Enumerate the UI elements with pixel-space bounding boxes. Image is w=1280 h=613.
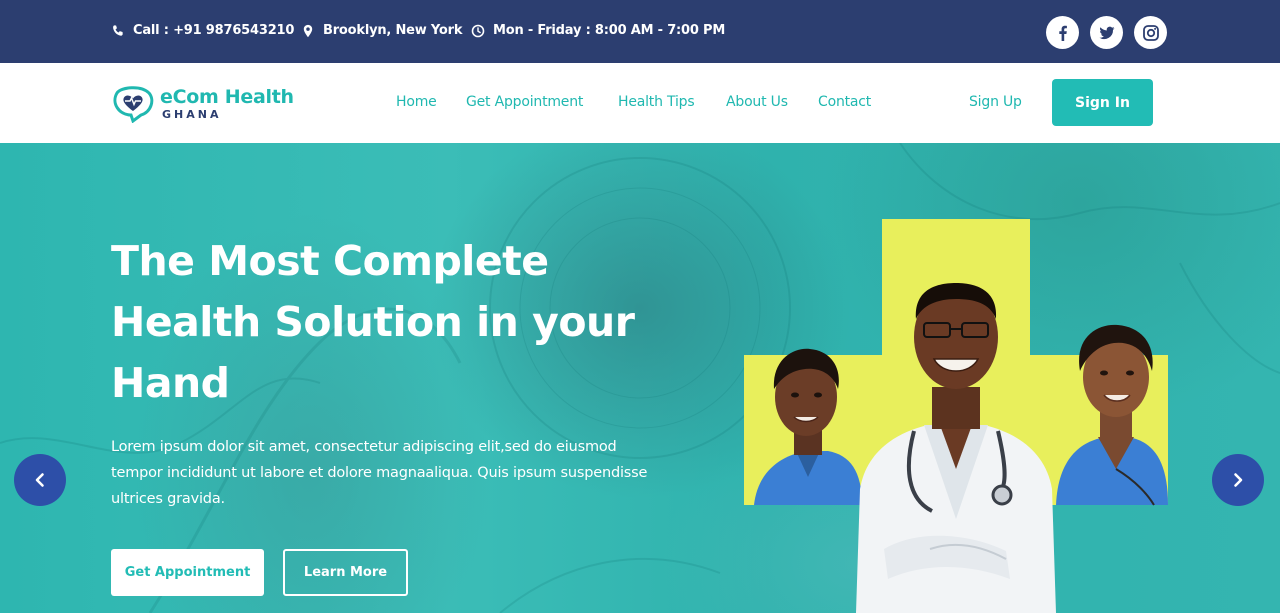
- brand-subtitle: GHANA: [162, 108, 222, 121]
- nav-contact[interactable]: Contact: [818, 94, 871, 110]
- hero-description: Lorem ipsum dolor sit amet, consectetur …: [111, 439, 648, 507]
- chevron-left-icon: [35, 473, 44, 487]
- brand-logo[interactable]: eCom Health GHANA: [111, 83, 311, 127]
- signin-button[interactable]: Sign In: [1052, 79, 1153, 126]
- get-appointment-button[interactable]: Get Appointment: [111, 549, 264, 596]
- slider-next-button[interactable]: [1212, 454, 1264, 506]
- hero-title: The Most Complete Health Solution in you…: [111, 237, 635, 407]
- nav-health-tips[interactable]: Health Tips: [618, 94, 695, 110]
- heart-chat-logo-icon: [113, 86, 154, 123]
- nav-get-appointment[interactable]: Get Appointment: [466, 94, 583, 110]
- top-info-bar: Call : +91 9876543210 Brooklyn, New York…: [0, 0, 1280, 63]
- twitter-icon: [1099, 26, 1114, 39]
- phone-info[interactable]: Call : +91 9876543210: [111, 23, 294, 38]
- slider-prev-button[interactable]: [14, 454, 66, 506]
- signup-link[interactable]: Sign Up: [969, 94, 1022, 110]
- doctors-hero-image: [744, 219, 1168, 613]
- twitter-link[interactable]: [1090, 16, 1123, 49]
- hero-section: The Most Complete Health Solution in you…: [0, 143, 1280, 613]
- clock-icon: [471, 24, 485, 38]
- nav-about-us[interactable]: About Us: [726, 94, 788, 110]
- location-info: Brooklyn, New York: [301, 23, 463, 38]
- facebook-icon: [1058, 25, 1067, 41]
- location-text: Brooklyn, New York: [323, 23, 463, 38]
- hours-text: Mon - Friday : 8:00 AM - 7:00 PM: [493, 23, 726, 38]
- instagram-icon: [1142, 24, 1159, 41]
- phone-text: Call : +91 9876543210: [133, 23, 295, 38]
- facebook-link[interactable]: [1046, 16, 1079, 49]
- instagram-link[interactable]: [1134, 16, 1167, 49]
- nav-home[interactable]: Home: [396, 94, 437, 110]
- chevron-right-icon: [1234, 473, 1243, 487]
- main-navbar: eCom Health GHANA Home Get Appointment H…: [0, 63, 1280, 143]
- map-pin-icon: [301, 24, 315, 38]
- learn-more-button[interactable]: Learn More: [283, 549, 408, 596]
- brand-name: eCom Health: [160, 86, 294, 108]
- hours-info: Mon - Friday : 8:00 AM - 7:00 PM: [471, 23, 725, 38]
- phone-icon: [111, 24, 125, 38]
